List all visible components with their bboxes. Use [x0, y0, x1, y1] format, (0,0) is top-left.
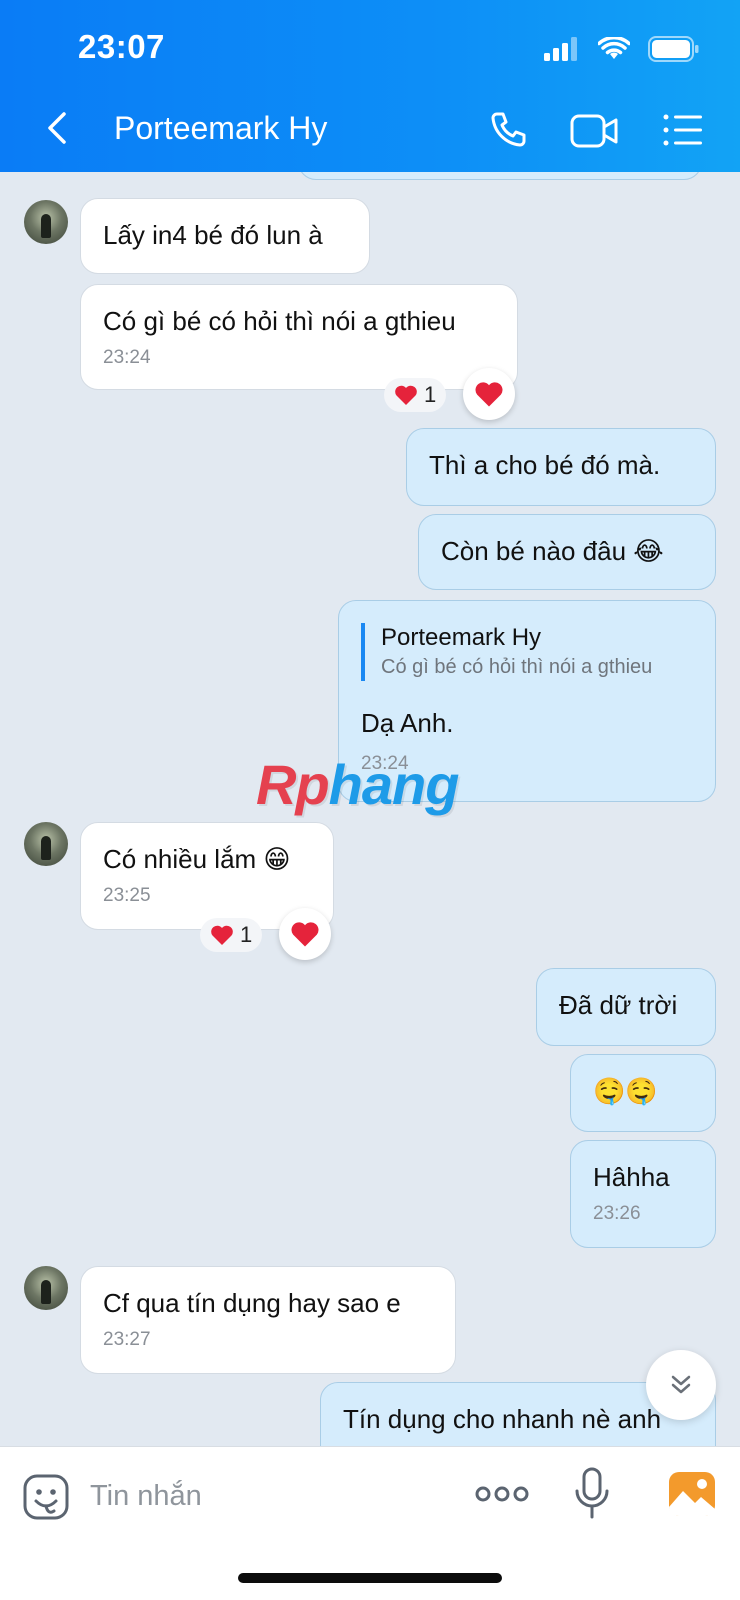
signal-icon: [544, 37, 577, 61]
sticker-icon[interactable]: [22, 1473, 70, 1521]
scroll-to-bottom-button[interactable]: [646, 1350, 716, 1420]
status-time: 23:07: [78, 28, 165, 65]
message-bubble[interactable]: Thì a cho bé đó mà.: [406, 428, 716, 506]
message-text: Cf qua tín dụng hay sao e: [103, 1288, 401, 1318]
avatar[interactable]: [24, 1266, 68, 1310]
message-time: 23:25: [103, 885, 151, 906]
message-bubble[interactable]: Hâhha 23:26: [570, 1140, 716, 1248]
video-icon[interactable]: [570, 112, 620, 150]
message-input[interactable]: [90, 1471, 450, 1521]
heart-icon: [211, 925, 233, 945]
avatar[interactable]: [24, 200, 68, 244]
photo-icon[interactable]: [668, 1471, 716, 1517]
menu-icon[interactable]: [662, 112, 704, 148]
chat-header: 23:07 Porteemark Hy: [0, 0, 740, 172]
message-text: Lấy in4 bé đó lun à: [103, 220, 323, 250]
message-list[interactable]: Lấy in4 bé đó lun à Có gì bé có hỏi thì …: [0, 172, 740, 1446]
contact-name[interactable]: Porteemark Hy: [114, 110, 327, 147]
message-text: Tín dụng cho nhanh nè anh: [343, 1404, 662, 1434]
message-bubble[interactable]: Lấy in4 bé đó lun à: [80, 198, 370, 274]
back-icon[interactable]: [38, 108, 78, 148]
reaction-number: 1: [424, 382, 437, 407]
message-text: 🤤🤤: [593, 1076, 658, 1106]
message-text: Còn bé nào đâu 😂: [441, 536, 664, 566]
message-text: Dạ Anh.: [361, 708, 454, 738]
message-time: 23:26: [593, 1203, 641, 1224]
watermark-logo: Rphang: [256, 753, 459, 816]
avatar[interactable]: [24, 822, 68, 866]
message-text: Hâhha: [593, 1162, 670, 1192]
message-time: 23:24: [103, 347, 151, 368]
message-bubble[interactable]: 🤤🤤: [570, 1054, 716, 1132]
heart-icon: [291, 922, 319, 947]
status-icons: [544, 34, 700, 64]
reaction-count[interactable]: 1: [200, 918, 263, 952]
quoted-sender: Porteemark Hy: [381, 624, 542, 651]
heart-icon: [475, 382, 503, 407]
message-bubble[interactable]: Đã dữ trời: [536, 968, 716, 1046]
message-text: Có gì bé có hỏi thì nói a gthieu: [103, 306, 456, 336]
message-bubble[interactable]: Còn bé nào đâu 😂: [418, 514, 716, 590]
message-bubble-partial[interactable]: [298, 172, 702, 180]
mic-icon[interactable]: [574, 1467, 610, 1521]
more-icon[interactable]: [474, 1479, 530, 1509]
message-time: 23:27: [103, 1329, 151, 1350]
react-button[interactable]: [463, 368, 515, 420]
react-button[interactable]: [279, 908, 331, 960]
message-text: Có nhiều lắm 😁: [103, 844, 291, 874]
reaction-number: 1: [240, 922, 253, 947]
phone-icon[interactable]: [488, 110, 528, 150]
message-text: Thì a cho bé đó mà.: [429, 450, 661, 480]
message-text: Đã dữ trời: [559, 990, 678, 1020]
quoted-message[interactable]: Porteemark Hy Có gì bé có hỏi thì nói a …: [361, 623, 693, 681]
message-bubble[interactable]: Cf qua tín dụng hay sao e 23:27: [80, 1266, 456, 1374]
home-indicator: [238, 1573, 502, 1583]
quoted-text: Có gì bé có hỏi thì nói a gthieu: [381, 656, 653, 678]
heart-icon: [395, 385, 417, 405]
battery-icon: [648, 36, 699, 62]
reaction-count[interactable]: 1: [384, 378, 447, 412]
wifi-icon: [598, 37, 630, 59]
message-bubble[interactable]: Có gì bé có hỏi thì nói a gthieu 23:24: [80, 284, 518, 390]
chevron-down-icon: [671, 1375, 691, 1394]
